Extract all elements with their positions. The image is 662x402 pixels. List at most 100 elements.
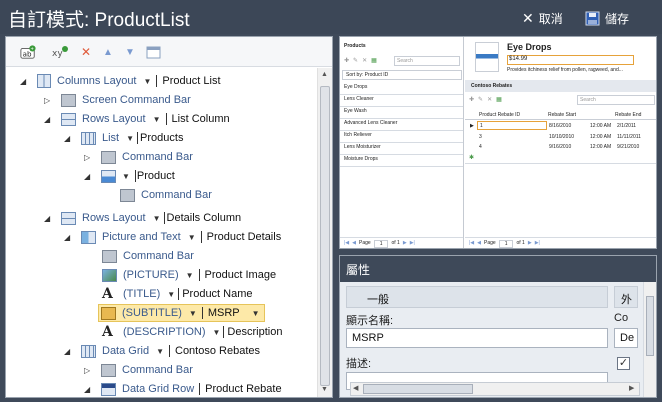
prev-page-icon[interactable]: ◀ — [477, 240, 481, 248]
dropdown-arrow-icon[interactable]: ▼ — [156, 347, 164, 356]
expand-arrow-icon[interactable]: ▷ — [84, 153, 94, 162]
tree-node-screen-command-bar[interactable]: ▷ Screen Command Bar — [44, 91, 191, 109]
tree-node-title[interactable]: A (TITLE) ▼ Product Name — [102, 285, 253, 303]
tree-node-rows-layout-details[interactable]: ◢ Rows Layout ▼ Details Column — [44, 209, 241, 227]
table-row[interactable]: 4 9/16/2010 12:00 AM 9/21/2010 — [465, 142, 656, 152]
tree-node-command-bar[interactable]: Command Bar — [120, 186, 212, 204]
column2-field[interactable]: De — [614, 328, 638, 348]
tree-node-product-summary[interactable]: ◢ ▼ Product — [84, 167, 175, 185]
dropdown-arrow-icon[interactable]: ▼ — [213, 328, 221, 337]
expand-arrow-icon[interactable]: ▷ — [84, 366, 94, 375]
dropdown-arrow-icon[interactable]: ▼ — [186, 271, 194, 280]
tree-node-command-bar[interactable]: Command Bar — [102, 247, 194, 265]
dropdown-arrow-icon[interactable]: ▼ — [144, 77, 152, 86]
last-page-icon[interactable]: ▶| — [410, 240, 415, 248]
add-icon[interactable]: ✚ — [469, 96, 474, 103]
dropdown-arrow-icon[interactable]: ▼ — [167, 290, 175, 299]
scroll-down-icon[interactable]: ▼ — [321, 386, 328, 393]
tree-node-command-bar[interactable]: ▷ Command Bar — [84, 361, 193, 379]
table-cell[interactable]: 1 — [477, 121, 547, 130]
dropdown-arrow-icon[interactable]: ▼ — [252, 309, 260, 318]
collapse-arrow-icon[interactable]: ◢ — [44, 214, 54, 223]
scroll-right-icon[interactable]: ▶ — [629, 384, 634, 392]
properties-button[interactable] — [146, 44, 162, 60]
rebates-search-input[interactable]: Search — [577, 95, 655, 105]
table-row[interactable]: 3 10/10/2010 12:00 AM 11/11/2011 — [465, 132, 656, 142]
dropdown-arrow-icon[interactable]: ▼ — [188, 233, 196, 242]
add-item-button[interactable]: ab + — [20, 44, 36, 60]
scroll-thumb[interactable] — [363, 384, 473, 394]
tree-node-data-grid-row[interactable]: ◢ Data Grid Row Product Rebate — [84, 380, 282, 398]
first-page-icon[interactable]: |◀ — [469, 240, 474, 248]
page-number-input[interactable]: 1 — [498, 240, 514, 248]
export-icon[interactable]: ▦ — [371, 57, 377, 66]
tree-node-picture-and-text[interactable]: ◢ Picture and Text ▼ Product Details — [64, 228, 281, 246]
next-page-icon[interactable]: ▶ — [528, 240, 532, 248]
tree-node-picture[interactable]: (PICTURE) ▼ Product Image — [102, 266, 276, 284]
checkbox[interactable]: ✓ — [617, 357, 630, 370]
next-page-icon[interactable]: ▶ — [403, 240, 407, 248]
preview-search-input[interactable]: Search — [394, 56, 460, 66]
list-item[interactable]: Lens Cleaner — [344, 96, 374, 102]
save-button[interactable]: 儲存 — [585, 9, 629, 27]
collapse-arrow-icon[interactable]: ◢ — [64, 233, 74, 242]
add-group-button[interactable]: xy — [52, 44, 68, 60]
properties-horizontal-scrollbar[interactable]: ◀ ▶ — [350, 382, 640, 396]
tree-scrollbar[interactable]: ▲ ▼ — [317, 68, 332, 397]
collapse-arrow-icon[interactable]: ◢ — [84, 172, 94, 181]
list-item[interactable]: Eye Drops — [344, 84, 367, 90]
edit-icon[interactable]: ✎ — [353, 57, 358, 66]
tree-node-rows-layout-list[interactable]: ◢ Rows Layout ▼ List Column — [44, 110, 230, 128]
column-header[interactable]: Rebate Start — [548, 112, 576, 118]
properties-vertical-scrollbar[interactable] — [643, 282, 656, 397]
dropdown-arrow-icon[interactable]: ▼ — [122, 172, 130, 181]
preview-detail-price[interactable]: $14.99 — [507, 55, 634, 65]
column-header[interactable]: Rebate End — [615, 112, 641, 118]
add-icon[interactable]: ✚ — [344, 57, 349, 66]
general-section-header[interactable]: 一般 — [346, 286, 608, 308]
preview-sort-select[interactable]: Sort by: Product ID — [342, 70, 462, 80]
column-header[interactable]: Product Rebate ID — [479, 112, 520, 118]
tree-node-data-grid[interactable]: ◢ Data Grid ▼ Contoso Rebates — [64, 342, 260, 360]
collapse-arrow-icon[interactable]: ◢ — [44, 115, 54, 124]
export-icon[interactable]: ▦ — [496, 96, 502, 103]
list-item[interactable]: Advanced Lens Cleaner — [344, 120, 397, 126]
display-name-field[interactable]: MSRP — [346, 328, 608, 348]
move-up-button[interactable]: ▲ — [100, 44, 116, 60]
collapse-arrow-icon[interactable]: ◢ — [84, 385, 94, 394]
list-item[interactable]: Moisture Drops — [344, 156, 378, 162]
new-row-icon[interactable]: ✱ — [469, 154, 474, 161]
dropdown-arrow-icon[interactable]: ▼ — [126, 134, 134, 143]
tree-node-list[interactable]: ◢ List ▼ Products — [64, 129, 183, 147]
tree-node-subtitle-selected[interactable]: (SUBTITLE) ▼ MSRP ▼ — [98, 304, 265, 322]
prev-page-icon[interactable]: ◀ — [352, 240, 356, 248]
tree-node-command-bar[interactable]: ▷ Command Bar — [84, 148, 193, 166]
dropdown-arrow-icon[interactable]: ▼ — [189, 309, 197, 318]
dropdown-arrow-icon[interactable]: ▼ — [153, 115, 161, 124]
list-item[interactable]: Lens Moisturizer — [344, 144, 381, 150]
move-down-button[interactable]: ▼ — [122, 44, 138, 60]
list-item[interactable]: Itch Reliever — [344, 132, 372, 138]
first-page-icon[interactable]: |◀ — [344, 240, 349, 248]
scroll-thumb[interactable] — [646, 296, 654, 356]
edit-icon[interactable]: ✎ — [478, 96, 483, 103]
last-page-icon[interactable]: ▶| — [535, 240, 540, 248]
list-item[interactable]: Eye Wash — [344, 108, 367, 114]
scroll-left-icon[interactable]: ◀ — [353, 384, 358, 392]
appearance-section-header[interactable]: 外 — [614, 286, 638, 308]
page-number-input[interactable]: 1 — [373, 240, 389, 248]
collapse-arrow-icon[interactable]: ◢ — [20, 77, 30, 86]
scroll-up-icon[interactable]: ▲ — [321, 71, 328, 78]
tree-node-columns-layout[interactable]: ◢ Columns Layout ▼ Product List — [20, 72, 221, 90]
delete-icon[interactable]: ✕ — [487, 96, 492, 103]
delete-icon[interactable]: ✕ — [362, 57, 367, 66]
dropdown-arrow-icon[interactable]: ▼ — [153, 214, 161, 223]
table-row[interactable]: ▶ 1 8/16/2010 12:00 AM 2/1/2011 — [465, 121, 656, 131]
cancel-button[interactable]: ✕ 取消 — [522, 9, 563, 27]
tree-node-description[interactable]: A (DESCRIPTION) ▼ Description — [102, 323, 282, 341]
delete-button[interactable]: ✕ — [78, 44, 94, 60]
collapse-arrow-icon[interactable]: ◢ — [64, 347, 74, 356]
scroll-thumb[interactable] — [320, 86, 330, 386]
expand-arrow-icon[interactable]: ▷ — [44, 96, 54, 105]
collapse-arrow-icon[interactable]: ◢ — [64, 134, 74, 143]
